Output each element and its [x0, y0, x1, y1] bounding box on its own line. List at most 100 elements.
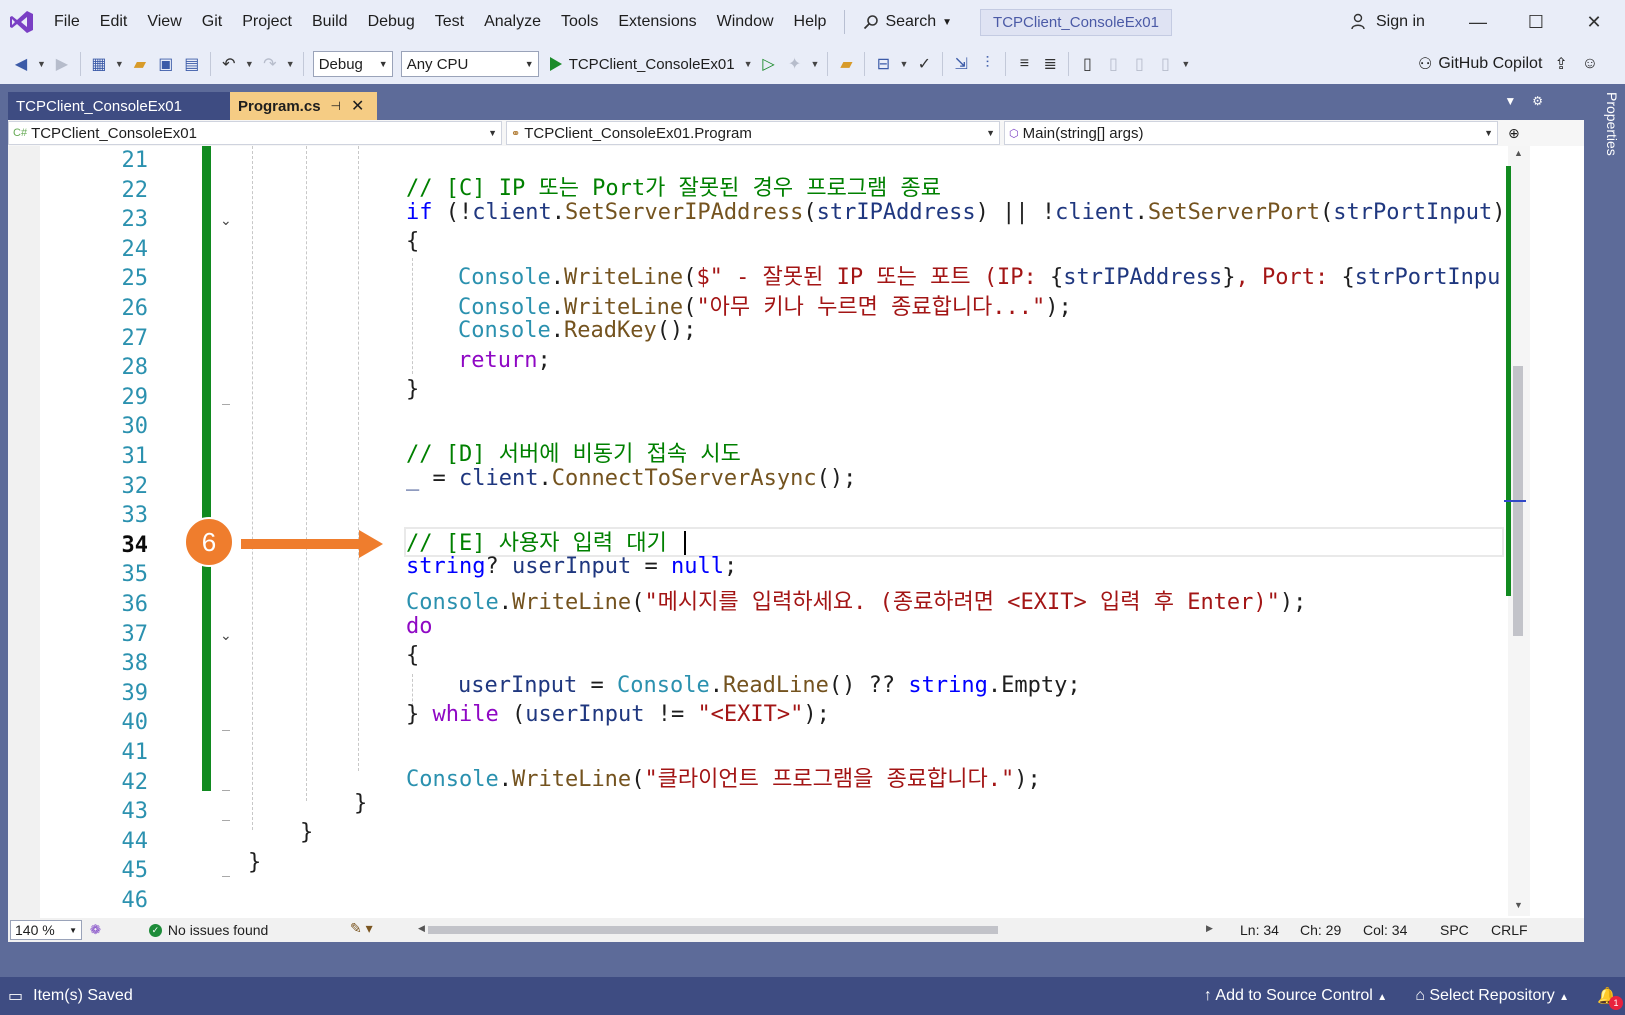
start-without-debugging-icon[interactable]: ▷	[756, 51, 782, 77]
code-line-25: Console.WriteLine($" - 잘못된 IP 또는 포트 (IP:…	[458, 259, 1500, 291]
menu-file[interactable]: File	[44, 0, 90, 44]
whitespace-indicator[interactable]: SPC	[1440, 922, 1469, 938]
github-copilot-button[interactable]: ⚇ GitHub Copilot ⇪ ☺	[1418, 44, 1598, 84]
collapse-chevron-icon[interactable]: ⌄	[220, 212, 232, 229]
chevron-down-icon[interactable]: ▼	[811, 59, 820, 69]
column-indicator[interactable]: Col: 34	[1363, 922, 1407, 938]
menu-edit[interactable]: Edit	[90, 0, 138, 44]
configuration-dropdown[interactable]: Debug ▼	[312, 51, 393, 77]
class-name: Console	[406, 590, 499, 615]
pin-icon[interactable]: ⊣	[331, 99, 341, 113]
identifier: userInput	[525, 702, 645, 727]
platform-value: Any CPU	[406, 55, 469, 73]
clear-bookmarks-icon[interactable]: ▯	[1152, 51, 1178, 77]
next-bookmark-icon[interactable]: ▯	[1126, 51, 1152, 77]
previous-bookmark-icon[interactable]: ▯	[1100, 51, 1126, 77]
start-debugging-button[interactable]: TCPClient_ConsoleEx01 ▼	[549, 56, 756, 73]
navigate-back-icon[interactable]: ◀	[8, 51, 34, 77]
maximize-button[interactable]: ☐	[1507, 0, 1565, 44]
uncomment-lines-icon[interactable]: ≣	[1037, 51, 1063, 77]
select-repository-button[interactable]: ⌂ Select Repository ▲	[1415, 987, 1569, 1005]
horizontal-scrollbar-thumb[interactable]	[428, 926, 998, 934]
feedback-icon[interactable]: ☺	[1582, 55, 1598, 73]
code-line-34: // [E] 사용자 입력 대기	[406, 525, 667, 557]
hot-reload-icon[interactable]: ✦	[782, 51, 808, 77]
line-ending-indicator[interactable]: CRLF	[1491, 922, 1528, 938]
outline-tick	[222, 730, 230, 731]
zoom-dropdown[interactable]: 140 % ▼	[10, 920, 82, 940]
horizontal-scrollbar[interactable]: ◀ ▶	[418, 923, 1218, 936]
intellicode-icon[interactable]: ❁	[90, 922, 101, 938]
save-icon[interactable]: ▣	[153, 51, 179, 77]
chevron-down-icon[interactable]: ▼	[115, 59, 124, 69]
search-box[interactable]: Search ▼	[853, 0, 962, 44]
save-all-icon[interactable]: ▤	[179, 51, 205, 77]
project-dropdown[interactable]: C# TCPClient_ConsoleEx01 ▼	[8, 121, 502, 145]
browse-icon[interactable]: ⊟	[870, 51, 896, 77]
glyph-margin[interactable]	[8, 146, 40, 942]
solution-explorer-icon[interactable]: ▰	[833, 51, 859, 77]
menu-help[interactable]: Help	[784, 0, 837, 44]
type-dropdown[interactable]: ⚭ TCPClient_ConsoleEx01.Program ▼	[506, 121, 1000, 145]
char-indicator[interactable]: Ch: 29	[1300, 922, 1341, 938]
brace: {	[406, 229, 420, 254]
redo-icon[interactable]: ↷	[257, 51, 283, 77]
chevron-down-icon[interactable]: ▼	[245, 59, 254, 69]
punct: =	[631, 554, 671, 579]
spell-check-icon[interactable]: ✓	[911, 51, 937, 77]
minimize-button[interactable]: —	[1449, 0, 1507, 44]
split-editor-icon[interactable]: ⊕	[1508, 125, 1520, 142]
properties-tab[interactable]: Properties	[1598, 92, 1620, 172]
visual-studio-logo-icon[interactable]	[0, 0, 44, 44]
menu-view[interactable]: View	[137, 0, 191, 44]
code-cleanup-brush-icon[interactable]: ✎ ▾	[350, 920, 373, 937]
code-editor[interactable]: 21 22 23 24 25 26 27 28 29 30 31 32 33 3…	[8, 146, 1584, 942]
open-folder-icon[interactable]: ▰	[127, 51, 153, 77]
settings-gear-icon[interactable]: ⚙	[1532, 94, 1543, 108]
notifications-button[interactable]: 🔔 1	[1597, 986, 1623, 1010]
scroll-right-arrow-icon[interactable]: ▶	[1206, 923, 1213, 934]
tab-program-cs[interactable]: Program.cs ⊣ ✕	[230, 92, 377, 120]
menu-extensions[interactable]: Extensions	[608, 0, 706, 44]
tab-project[interactable]: TCPClient_ConsoleEx01	[8, 92, 230, 120]
comment-lines-icon[interactable]: ≡	[1011, 51, 1037, 77]
tab-list-dropdown-icon[interactable]: ▼	[1504, 94, 1516, 108]
new-item-icon[interactable]: ▦	[86, 51, 112, 77]
scroll-left-arrow-icon[interactable]: ◀	[418, 923, 425, 934]
bookmark-icon[interactable]: ▯	[1074, 51, 1100, 77]
scroll-down-arrow-icon[interactable]: ▼	[1514, 900, 1523, 910]
menu-debug[interactable]: Debug	[358, 0, 425, 44]
member-dropdown[interactable]: ⬡ Main(string[] args) ▼	[1004, 121, 1498, 145]
outline-tick	[222, 404, 230, 405]
code-line-29: }	[406, 377, 419, 402]
chevron-down-icon[interactable]: ▼	[899, 59, 908, 69]
indent-guide	[358, 146, 359, 771]
undo-icon[interactable]: ↶	[216, 51, 242, 77]
menu-analyze[interactable]: Analyze	[474, 0, 551, 44]
scroll-up-arrow-icon[interactable]: ▲	[1514, 148, 1523, 158]
line-number: 40	[121, 710, 149, 735]
close-window-button[interactable]: ✕	[1565, 0, 1623, 44]
show-threads-icon[interactable]: ⫶	[974, 51, 1000, 77]
menu-project[interactable]: Project	[232, 0, 302, 44]
chevron-down-icon[interactable]: ▼	[286, 59, 295, 69]
collapse-chevron-icon[interactable]: ⌄	[220, 627, 232, 644]
add-to-source-control-button[interactable]: ↑ Add to Source Control ▲	[1204, 987, 1387, 1005]
navigate-forward-icon[interactable]: ▶	[49, 51, 75, 77]
toolbar-overflow-icon[interactable]: ▼	[1181, 59, 1190, 69]
step-into-icon[interactable]: ⇲	[948, 51, 974, 77]
menu-git[interactable]: Git	[192, 0, 232, 44]
menu-tools[interactable]: Tools	[551, 0, 608, 44]
share-icon[interactable]: ⇪	[1554, 54, 1567, 74]
comment: // [C] IP 또는 Port가 잘못된 경우 프로그램 종료	[406, 176, 942, 201]
menu-build[interactable]: Build	[302, 0, 358, 44]
issues-indicator[interactable]: ✓ No issues found	[148, 922, 268, 938]
menu-test[interactable]: Test	[425, 0, 474, 44]
sign-in-button[interactable]: Sign in	[1350, 0, 1425, 44]
line-indicator[interactable]: Ln: 34	[1240, 922, 1279, 938]
close-icon[interactable]: ✕	[351, 96, 364, 116]
platform-dropdown[interactable]: Any CPU ▼	[400, 51, 539, 77]
menu-window[interactable]: Window	[707, 0, 784, 44]
output-window-icon[interactable]: ▭	[8, 986, 23, 1006]
chevron-down-icon[interactable]: ▼	[37, 59, 46, 69]
